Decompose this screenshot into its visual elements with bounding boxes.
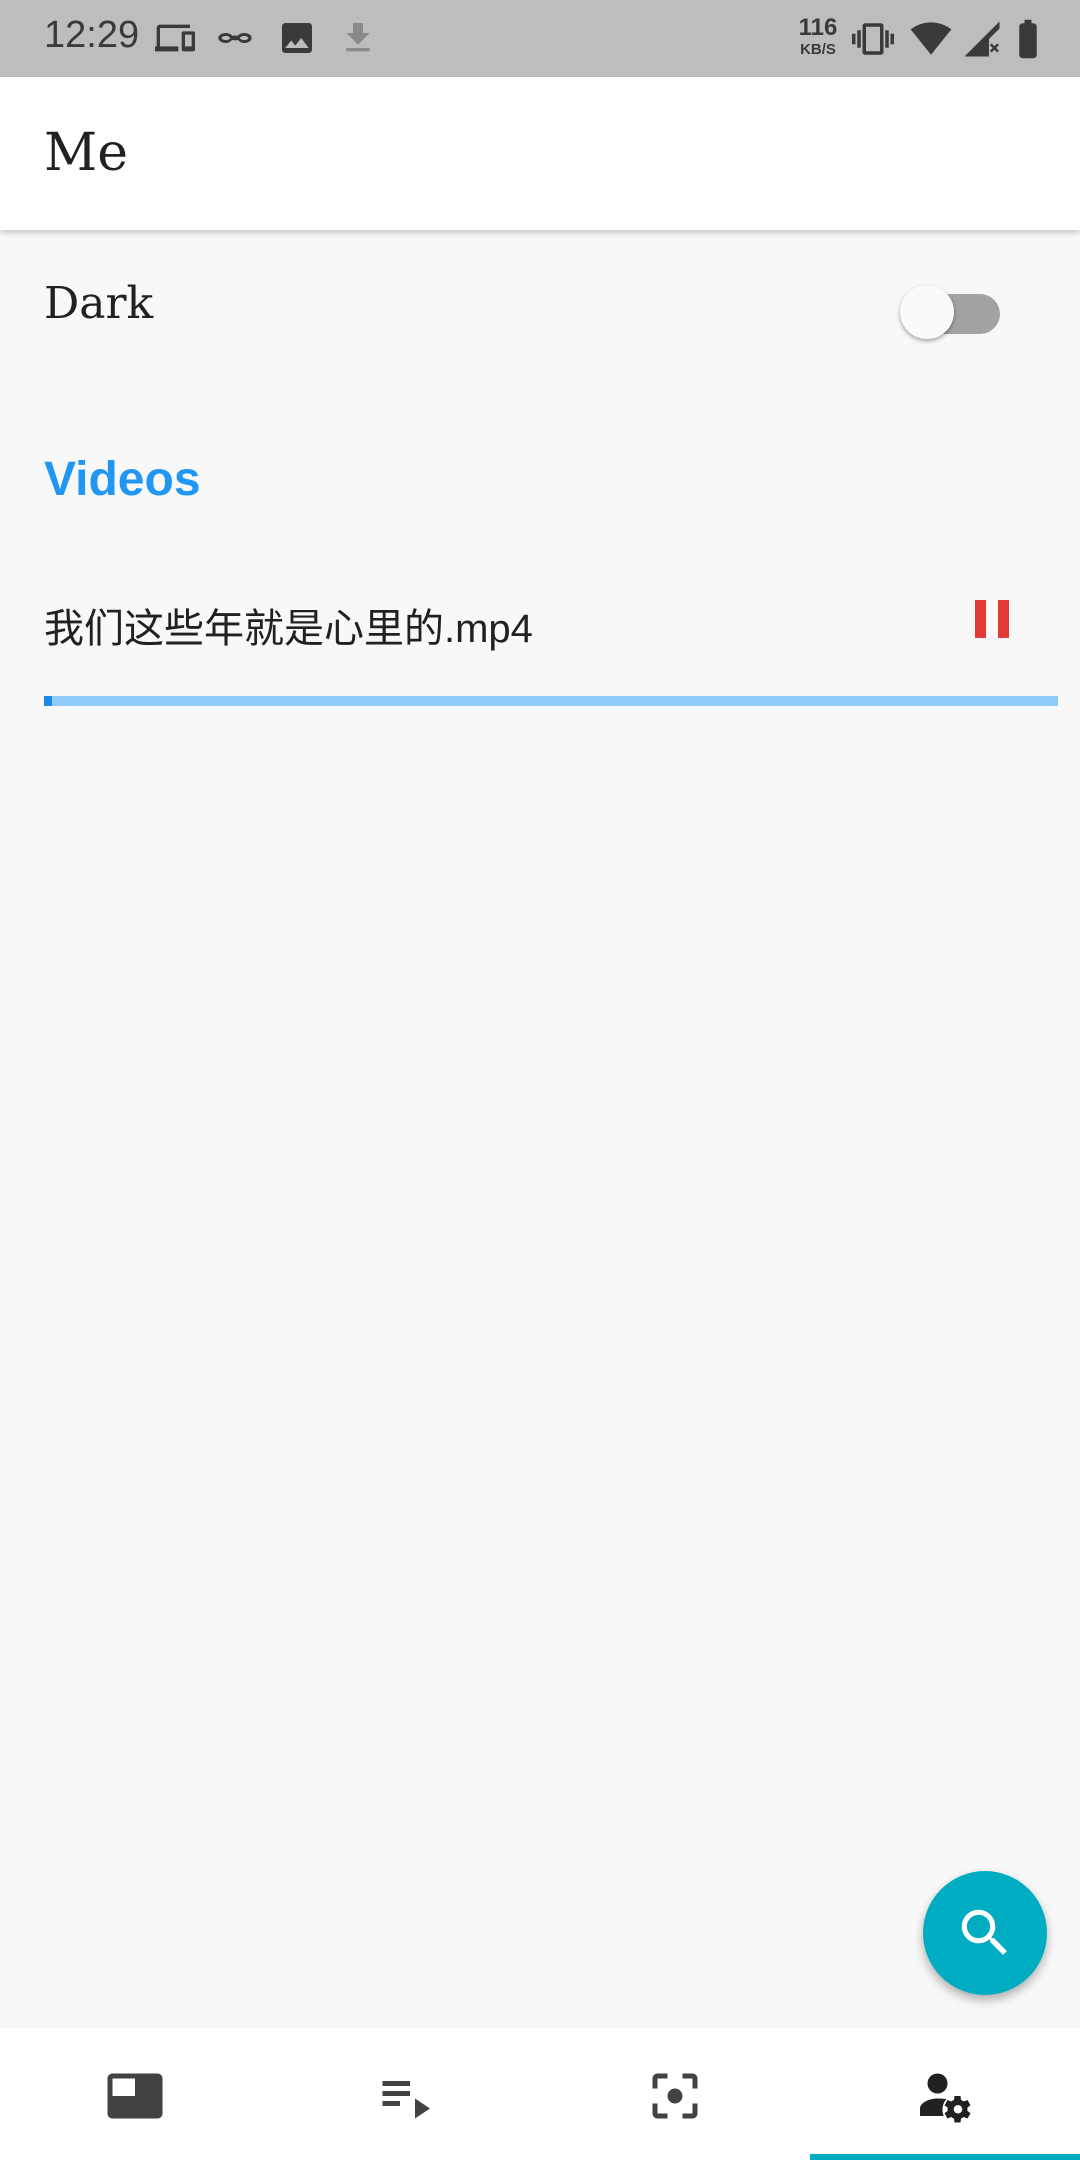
page-title: Me <box>44 123 129 183</box>
download-progress-bar <box>44 696 1058 706</box>
image-icon <box>277 18 317 63</box>
pause-button[interactable] <box>966 592 1018 644</box>
status-bar: 12:29 116 KB/S <box>0 0 1080 77</box>
dark-mode-label: Dark <box>44 278 154 329</box>
featured-video-icon <box>107 2073 163 2119</box>
dark-mode-switch[interactable] <box>900 280 1004 339</box>
video-file-name: 我们这些年就是心里的.mp4 <box>44 607 533 651</box>
battery-icon <box>1010 18 1046 65</box>
download-icon <box>338 18 378 63</box>
center-focus-icon <box>652 2073 698 2119</box>
incognito-icon <box>215 18 255 63</box>
devices-icon <box>155 18 195 63</box>
download-progress-fill <box>44 696 53 706</box>
bottom-navigation <box>0 2028 1080 2160</box>
videos-section-title: Videos <box>44 453 201 506</box>
switch-thumb <box>900 285 954 339</box>
status-time: 12:29 <box>44 14 140 56</box>
network-speed-value: 116 <box>798 14 838 41</box>
pause-icon <box>975 600 986 638</box>
selected-tab-indicator <box>810 2154 1080 2160</box>
app-bar: Me <box>0 77 1080 230</box>
search-icon <box>961 1909 1007 1955</box>
vibrate-icon <box>852 18 894 65</box>
account-settings-icon <box>920 2073 971 2123</box>
wifi-icon <box>910 18 952 65</box>
signal-no-data-icon <box>961 18 1003 65</box>
nav-tab-featured-video[interactable] <box>0 2028 270 2160</box>
nav-tab-playlist[interactable] <box>270 2028 540 2160</box>
playlist-play-icon <box>382 2081 430 2119</box>
network-speed: 116 KB/S <box>792 14 844 58</box>
nav-tab-focus[interactable] <box>540 2028 810 2160</box>
network-speed-unit: KB/S <box>800 41 836 58</box>
search-fab-button[interactable] <box>923 1871 1047 1995</box>
nav-tab-me[interactable] <box>810 2028 1080 2160</box>
